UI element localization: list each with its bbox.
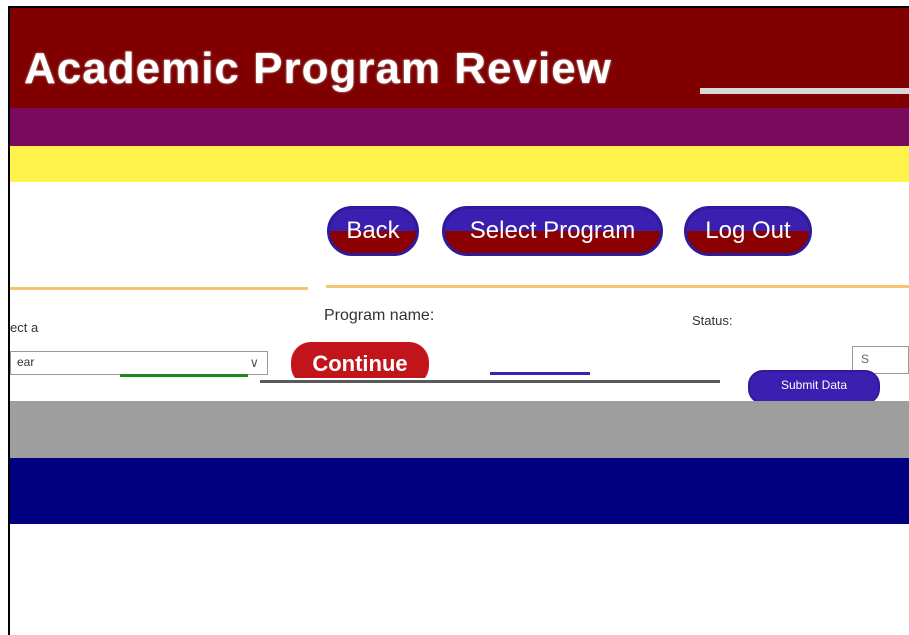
year-select[interactable]: ear ∨ bbox=[10, 351, 268, 375]
year-select-value: ear bbox=[17, 355, 35, 369]
title-underline bbox=[700, 88, 909, 94]
artifact-line bbox=[120, 374, 248, 377]
purple-band bbox=[10, 108, 909, 146]
back-button[interactable]: Back bbox=[327, 206, 419, 256]
select-label: ect a bbox=[10, 320, 39, 335]
yellow-band bbox=[10, 146, 909, 182]
submit-data-button[interactable]: Submit Data bbox=[748, 370, 880, 404]
navy-footer-band bbox=[10, 458, 909, 524]
select-program-button[interactable]: Select Program bbox=[442, 206, 663, 256]
artifact-line bbox=[490, 372, 590, 375]
status-label: Status: bbox=[692, 313, 733, 328]
artifact-line bbox=[260, 380, 720, 383]
logout-button[interactable]: Log Out bbox=[684, 206, 812, 256]
program-name-label: Program name: bbox=[324, 307, 435, 324]
divider-left bbox=[10, 287, 308, 290]
app-title: Academic Program Review bbox=[24, 44, 612, 93]
gray-band bbox=[10, 401, 909, 458]
chevron-down-icon: ∨ bbox=[249, 355, 259, 370]
divider-right bbox=[326, 285, 909, 288]
